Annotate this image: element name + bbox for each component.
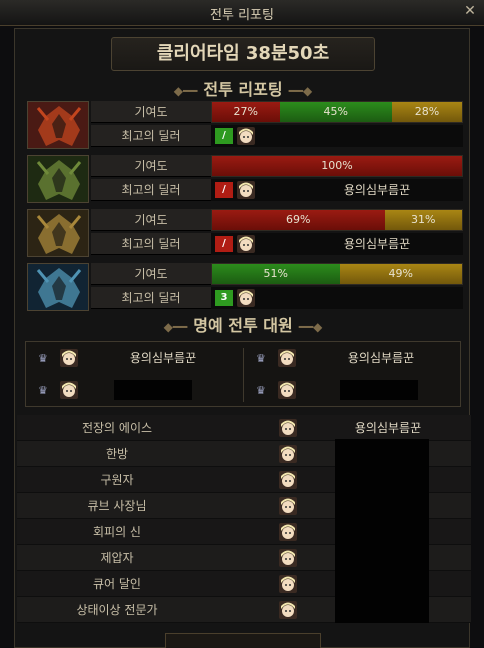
best-dealer-label: 최고의 딜러 — [91, 233, 211, 255]
contribution-segment: 69% — [212, 210, 385, 230]
boss-row: 기여도 최고의 딜러 100% / 용의심부름꾼 — [27, 155, 463, 205]
avatar — [279, 471, 297, 489]
red-boss-icon — [27, 101, 89, 149]
rank-badge: / — [215, 236, 233, 252]
avatar — [60, 349, 78, 367]
award-winner: 용의심부름꾼 — [354, 421, 422, 435]
best-dealer-label: 최고의 딜러 — [91, 125, 211, 147]
battle-report-title: 전투 리포팅 — [203, 80, 283, 99]
contribution-bar: 100% — [211, 155, 463, 177]
crown-icon: ♛ — [38, 352, 48, 365]
close-icon[interactable]: ✕ — [462, 3, 478, 19]
divider — [243, 348, 244, 402]
battle-report-heading: ◆━━ 전투 리포팅 ━━◆ — [75, 77, 411, 103]
award-label: 전장의 에이스 — [81, 421, 153, 435]
contribution-segment: 51% — [212, 264, 340, 284]
avatar — [279, 497, 297, 515]
ornament-icon: ◆━━ — [173, 84, 198, 98]
contribution-label: 기여도 — [91, 263, 211, 285]
best-dealer-cell: / — [211, 125, 463, 147]
ornament-icon: ━━◆ — [288, 84, 313, 98]
blue-boss-icon — [27, 263, 89, 311]
boss-row: 기여도 최고의 딜러 69% 31% / 용의심부름꾼 — [27, 209, 463, 259]
avatar — [278, 349, 296, 367]
contribution-bar: 27% 45% 28% — [211, 101, 463, 123]
award-label: 큐어 달인 — [93, 577, 141, 591]
crown-icon: ♛ — [256, 352, 266, 365]
window-title: 전투 리포팅 — [210, 8, 274, 23]
dealer-name: 용의심부름꾼 — [343, 237, 411, 251]
contribution-segment: 45% — [279, 102, 392, 122]
honor-title: 명예 전투 대원 — [193, 316, 293, 335]
best-dealer-cell: / 용의심부름꾼 — [211, 233, 463, 255]
contribution-bar: 69% 31% — [211, 209, 463, 231]
green-boss-icon — [27, 155, 89, 203]
honor-member[interactable]: ♛ — [26, 376, 240, 404]
avatar — [279, 445, 297, 463]
honor-members-box: ♛ 용의심부름꾼 ♛ 용의심부름꾼 ♛ ♛ — [25, 341, 461, 407]
redacted-names — [335, 439, 429, 623]
best-dealer-label: 최고의 딜러 — [91, 287, 211, 309]
honor-member[interactable]: ♛ 용의심부름꾼 — [244, 344, 458, 372]
award-label: 제압자 — [100, 551, 134, 565]
award-label: 한방 — [105, 447, 129, 461]
contribution-segment: 27% — [212, 102, 280, 122]
award-label: 상태이상 전문가 — [76, 603, 158, 617]
avatar — [278, 381, 296, 399]
contribution-label: 기여도 — [91, 155, 211, 177]
title-bar: 전투 리포팅 ✕ — [0, 0, 484, 26]
ornament-icon: ━━◆ — [298, 320, 323, 334]
best-dealer-label: 최고의 딜러 — [91, 179, 211, 201]
avatar — [237, 181, 255, 199]
contribution-segment: 49% — [339, 264, 462, 284]
avatar — [279, 601, 297, 619]
contribution-segment: 28% — [392, 102, 462, 122]
honor-member[interactable]: ♛ — [244, 376, 458, 404]
clear-time: 클리어타임 38분50초 — [111, 37, 375, 71]
rank-badge: / — [215, 128, 233, 144]
award-label: 구원자 — [100, 473, 134, 487]
best-dealer-cell: 3 — [211, 287, 463, 309]
rank-badge: 3 — [215, 290, 233, 306]
dealer-name: 용의심부름꾼 — [343, 183, 411, 197]
avatar — [279, 575, 297, 593]
avatar — [60, 381, 78, 399]
contribution-segment: 31% — [384, 210, 462, 230]
ornament-icon: ◆━━ — [163, 320, 188, 334]
rank-badge: / — [215, 182, 233, 198]
honor-member-name: 용의심부름꾼 — [347, 351, 415, 365]
contribution-bar: 51% 49% — [211, 263, 463, 285]
honor-heading: ◆━━ 명예 전투 대원 ━━◆ — [75, 313, 411, 339]
best-dealer-cell: / 용의심부름꾼 — [211, 179, 463, 201]
redacted-name — [114, 380, 192, 400]
gold-boss-icon — [27, 209, 89, 257]
avatar — [279, 419, 297, 437]
contribution-label: 기여도 — [91, 101, 211, 123]
contribution-label: 기여도 — [91, 209, 211, 231]
report-panel: 클리어타임 38분50초 ◆━━ 전투 리포팅 ━━◆ 기여도 최고의 딜러 27%… — [14, 28, 471, 648]
avatar — [279, 523, 297, 541]
crown-icon: ♛ — [38, 384, 48, 397]
award-label: 큐브 사장님 — [87, 499, 147, 513]
boss-row: 기여도 최고의 딜러 27% 45% 28% / — [27, 101, 463, 151]
boss-row: 기여도 최고의 딜러 51% 49% 3 — [27, 263, 463, 313]
crown-icon: ♛ — [256, 384, 266, 397]
contribution-segment: 100% — [212, 156, 462, 176]
redacted-name — [340, 380, 418, 400]
award-row[interactable]: 전장의 에이스 용의심부름꾼 — [17, 415, 471, 441]
avatar — [237, 235, 255, 253]
bottom-tab[interactable] — [165, 633, 321, 648]
avatar — [237, 289, 255, 307]
honor-member-name: 용의심부름꾼 — [129, 351, 197, 365]
honor-member[interactable]: ♛ 용의심부름꾼 — [26, 344, 240, 372]
avatar — [279, 549, 297, 567]
avatar — [237, 127, 255, 145]
award-label: 회피의 신 — [93, 525, 141, 539]
